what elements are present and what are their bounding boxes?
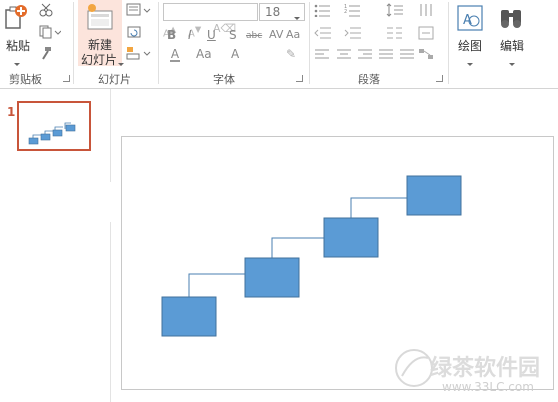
font-group-label: 字体 [213,73,235,86]
italic-icon[interactable]: I [188,28,192,42]
text-effects-icon[interactable]: ✎ [286,47,296,61]
font-size-case-icon[interactable]: Aa [196,47,212,61]
font-size-value: 18 [265,5,281,19]
section-icon[interactable] [126,46,152,63]
chevron-down-icon [467,63,473,66]
drawing-button[interactable]: A 绘图 [452,2,488,66]
cut-icon[interactable] [38,3,54,20]
align-left-icon[interactable] [314,48,330,63]
format-painter-icon[interactable] [38,46,54,63]
new-slide-label-2: 幻灯片 [81,53,118,67]
rectangle-shape-3 [323,217,379,258]
svg-text:2: 2 [344,9,347,15]
drawing-label: 绘图 [458,39,483,53]
bold-icon[interactable]: B [167,28,176,42]
new-slide-icon [87,4,113,30]
rectangle-shape-1 [161,296,217,337]
text-direction-icon[interactable] [418,3,436,20]
svg-text:A: A [463,13,472,28]
watermark-url: www.33LC.com [442,380,534,394]
increase-indent-icon[interactable] [344,26,362,43]
underline-icon[interactable]: U [207,28,216,42]
columns-icon[interactable] [386,26,404,43]
smartart-icon[interactable] [418,48,436,63]
separator [309,2,310,84]
chevron-down-icon [294,17,300,20]
shadow-icon[interactable]: S [229,28,237,42]
slides-group-label: 幻灯片 [98,73,131,86]
change-case-icon[interactable]: Aa [286,28,300,42]
copy-icon[interactable] [38,25,62,42]
line-spacing-icon[interactable] [386,3,404,20]
binoculars-icon [501,10,521,28]
chevron-down-icon [509,63,515,66]
separator [158,2,159,84]
align-text-icon[interactable] [418,26,436,43]
paste-icon [5,5,27,29]
font-size-dropdown[interactable]: 18 [259,3,305,21]
thumbnail-preview [28,122,76,145]
align-right-icon[interactable] [357,48,373,63]
decrease-indent-icon[interactable] [314,26,332,43]
watermark-title: 绿茶软件园 [430,356,541,381]
rectangle-shape-4 [406,175,462,216]
strikethrough-icon[interactable]: abc [246,29,262,43]
justify-icon[interactable] [378,48,394,63]
font-dialog-launcher[interactable] [296,75,303,82]
watermark: 绿茶软件园 www.33LC.com [392,346,552,398]
ribbon: 粘贴 剪贴板 新建 幻灯片 幻灯片 18 A▲ A▼ A⌫ B I U S ab… [0,0,558,89]
rectangle-shape-2 [244,257,300,298]
paragraph-dialog-launcher[interactable] [436,75,443,82]
clipboard-group-label: 剪贴板 [9,73,42,86]
align-center-icon[interactable] [336,48,352,63]
separator [448,2,449,84]
connector-line [271,237,324,258]
highlight-icon[interactable]: A [231,47,239,61]
font-color-icon[interactable]: A [170,47,180,62]
editing-button[interactable]: 编辑 [494,2,530,66]
layout-icon[interactable] [126,3,152,20]
connector-line [350,197,407,218]
numbering-icon[interactable]: 12 [344,3,362,20]
paragraph-group-label: 段落 [358,73,380,86]
bullets-icon[interactable] [314,3,332,20]
chevron-down-icon [14,63,20,66]
connector-line [188,267,246,297]
editing-label: 编辑 [500,39,525,53]
paste-label: 粘贴 [6,39,31,53]
clipboard-dialog-launcher[interactable] [63,75,70,82]
chevron-down-icon [118,63,124,66]
distributed-icon[interactable] [399,48,415,63]
paste-button[interactable]: 粘贴 [2,2,32,66]
reset-icon[interactable] [126,25,142,42]
slide-thumbnail[interactable] [17,101,91,151]
slide-number: 1 [7,105,16,119]
character-spacing-icon[interactable]: AV [269,28,283,42]
shapes-icon: A [457,5,483,31]
slide-thumbnail-pane: 1 [0,89,111,402]
ribbon-overlay-patch [70,182,126,222]
font-name-dropdown[interactable] [163,3,258,21]
separator [73,2,74,84]
new-slide-button[interactable]: 新建 幻灯片 [78,0,124,67]
